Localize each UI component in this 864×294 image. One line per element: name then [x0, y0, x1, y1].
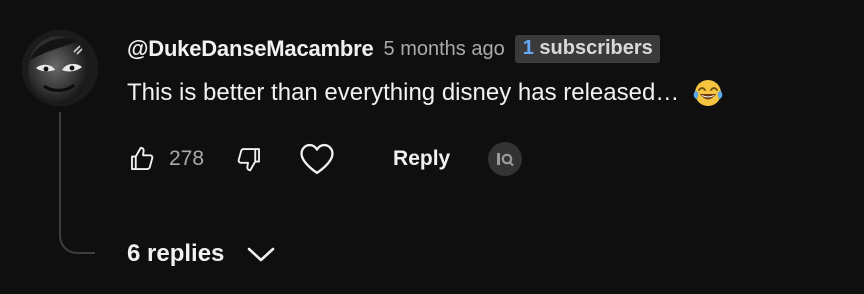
avatar[interactable] — [22, 30, 98, 106]
comment-timestamp[interactable]: 5 months ago — [384, 38, 505, 61]
comment-text: This is better than everything disney ha… — [127, 79, 680, 106]
replies-count-label: 6 replies — [127, 240, 225, 267]
heart-button[interactable] — [298, 142, 336, 176]
dislike-button[interactable] — [234, 144, 264, 174]
reply-button[interactable]: Reply — [393, 147, 450, 171]
heart-icon — [300, 143, 334, 175]
like-button[interactable] — [127, 144, 157, 174]
avatar-image — [22, 30, 98, 106]
view-replies-button[interactable]: 6 replies — [127, 236, 276, 272]
subscriber-count: 1 — [522, 37, 534, 59]
thumbs-up-icon — [131, 146, 154, 170]
face-with-tears-of-joy-icon — [693, 78, 723, 108]
subscriber-badge: 1 subscribers — [514, 35, 660, 63]
thumbs-down-icon — [237, 148, 260, 172]
comment-body: This is better than everything disney ha… — [127, 78, 723, 108]
comment-header: @DukeDanseMacambre 5 months ago 1 subscr… — [127, 34, 660, 64]
creator-logo-icon — [497, 153, 515, 166]
like-count: 278 — [169, 147, 205, 170]
author-handle[interactable]: @DukeDanseMacambre — [127, 36, 374, 62]
chevron-down-icon — [246, 244, 276, 264]
subscriber-label: subscribers — [539, 37, 653, 59]
reply-thread-line — [59, 112, 95, 254]
comment-actions: 278 Reply — [127, 137, 523, 181]
creator-avatar-badge — [488, 142, 523, 176]
